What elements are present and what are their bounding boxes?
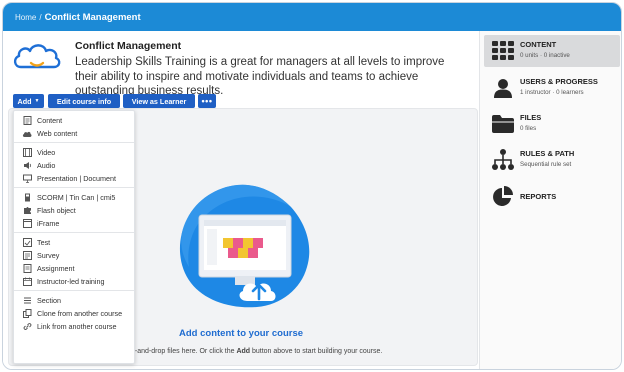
menu-item-test[interactable]: Test: [14, 236, 134, 249]
menu-item-label: Clone from another course: [37, 309, 123, 318]
more-options-button[interactable]: •••: [198, 94, 216, 108]
sidebar-item-subtitle: 0 files: [520, 125, 537, 132]
add-button[interactable]: Add ▼: [13, 94, 44, 108]
sidebar-item-subtitle: 0 units · 0 inactive: [520, 52, 570, 59]
content-icon: [22, 116, 32, 126]
pie-chart-icon: [492, 186, 514, 208]
menu-item-presentation[interactable]: Presentation | Document: [14, 172, 134, 185]
menu-item-iframe[interactable]: iFrame: [14, 217, 134, 230]
menu-item-label: Presentation | Document: [37, 174, 116, 183]
package-icon: [22, 193, 32, 203]
menu-item-label: Section: [37, 296, 61, 305]
menu-divider: [14, 290, 134, 291]
presentation-icon: [22, 174, 32, 184]
sidebar-item-title: RULES & PATH: [520, 149, 575, 158]
app-window: Home / Conflict Management Conflict Mana…: [2, 2, 622, 370]
menu-item-label: Survey: [37, 251, 60, 260]
menu-item-section[interactable]: Section: [14, 294, 134, 307]
add-dropdown-menu: Content Web content Video Audio Presenta…: [13, 110, 135, 364]
network-icon: [492, 149, 514, 171]
menu-item-link-from-another-course[interactable]: Link from another course: [14, 320, 134, 333]
menu-item-content[interactable]: Content: [14, 114, 134, 127]
sidebar-item-subtitle: 1 instructor · 0 learners: [520, 89, 584, 96]
menu-item-label: Test: [37, 238, 51, 247]
empty-state-illustration-icon: [179, 184, 310, 308]
sidebar-item-users-progress[interactable]: USERS & PROGRESS 1 instructor · 0 learne…: [484, 72, 620, 104]
calendar-icon: [22, 277, 32, 287]
menu-item-label: Content: [37, 116, 63, 125]
iframe-icon: [22, 219, 32, 229]
cloud-icon: [22, 129, 32, 139]
sidebar-item-title: FILES: [520, 113, 542, 122]
menu-item-audio[interactable]: Audio: [14, 159, 134, 172]
menu-item-label: iFrame: [37, 219, 60, 228]
sidebar-item-subtitle: Sequential rule set: [520, 161, 572, 168]
clone-icon: [22, 309, 32, 319]
assignment-icon: [22, 264, 32, 274]
menu-item-label: SCORM | Tin Can | cmi5: [37, 193, 116, 202]
menu-item-label: Instructor-led training: [37, 277, 105, 286]
user-icon: [492, 77, 514, 99]
add-button-label: Add: [17, 96, 32, 106]
menu-item-label: Audio: [37, 161, 56, 170]
section-icon: [22, 296, 32, 306]
sidebar-item-reports[interactable]: REPORTS: [484, 181, 620, 213]
menu-item-web-content[interactable]: Web content: [14, 127, 134, 140]
survey-icon: [22, 251, 32, 261]
menu-divider: [14, 142, 134, 143]
menu-item-assignment[interactable]: Assignment: [14, 262, 134, 275]
sidebar-item-title: USERS & PROGRESS: [520, 77, 598, 86]
menu-item-instructor-led-training[interactable]: Instructor-led training: [14, 275, 134, 288]
puzzle-icon: [22, 206, 32, 216]
menu-item-label: Assignment: [37, 264, 75, 273]
grid-icon: [492, 40, 514, 62]
breadcrumb-separator: /: [39, 12, 42, 22]
sidebar-item-title: REPORTS: [520, 191, 557, 201]
menu-item-label: Web content: [37, 129, 78, 138]
course-logo-icon: [13, 44, 61, 69]
course-description: Leadership Skills Training is a great fo…: [75, 56, 445, 97]
breadcrumb-home[interactable]: Home: [15, 13, 36, 22]
menu-item-label: Flash object: [37, 206, 76, 215]
caret-down-icon: ▼: [34, 98, 40, 104]
sidebar-item-files[interactable]: FILES 0 files: [484, 108, 620, 140]
add-content-hint: g-and-drop files here. Or click the Add …: [131, 348, 383, 355]
menu-item-label: Link from another course: [37, 322, 117, 331]
folder-icon: [492, 113, 514, 135]
test-icon: [22, 238, 32, 248]
sidebar-item-title: CONTENT: [520, 40, 557, 49]
course-sidebar: CONTENT 0 units · 0 inactive USERS & PRO…: [479, 31, 621, 369]
menu-item-clone-from-another-course[interactable]: Clone from another course: [14, 307, 134, 320]
header-bar: Home / Conflict Management: [3, 3, 621, 31]
menu-item-scorm[interactable]: SCORM | Tin Can | cmi5: [14, 191, 134, 204]
menu-item-flash-object[interactable]: Flash object: [14, 204, 134, 217]
menu-divider: [14, 187, 134, 188]
view-as-learner-button[interactable]: View as Learner: [123, 94, 195, 108]
film-icon: [22, 148, 32, 158]
speaker-icon: [22, 161, 32, 171]
add-content-heading[interactable]: Add content to your course: [179, 328, 303, 339]
menu-divider: [14, 232, 134, 233]
link-icon: [22, 322, 32, 332]
menu-item-label: Video: [37, 148, 56, 157]
sidebar-item-content[interactable]: CONTENT 0 units · 0 inactive: [484, 35, 620, 67]
course-title: Conflict Management: [75, 40, 182, 52]
sidebar-item-rules-path[interactable]: RULES & PATH Sequential rule set: [484, 144, 620, 176]
edit-course-info-button[interactable]: Edit course info: [48, 94, 120, 108]
menu-item-survey[interactable]: Survey: [14, 249, 134, 262]
menu-item-video[interactable]: Video: [14, 146, 134, 159]
breadcrumb-current: Conflict Management: [44, 11, 141, 23]
